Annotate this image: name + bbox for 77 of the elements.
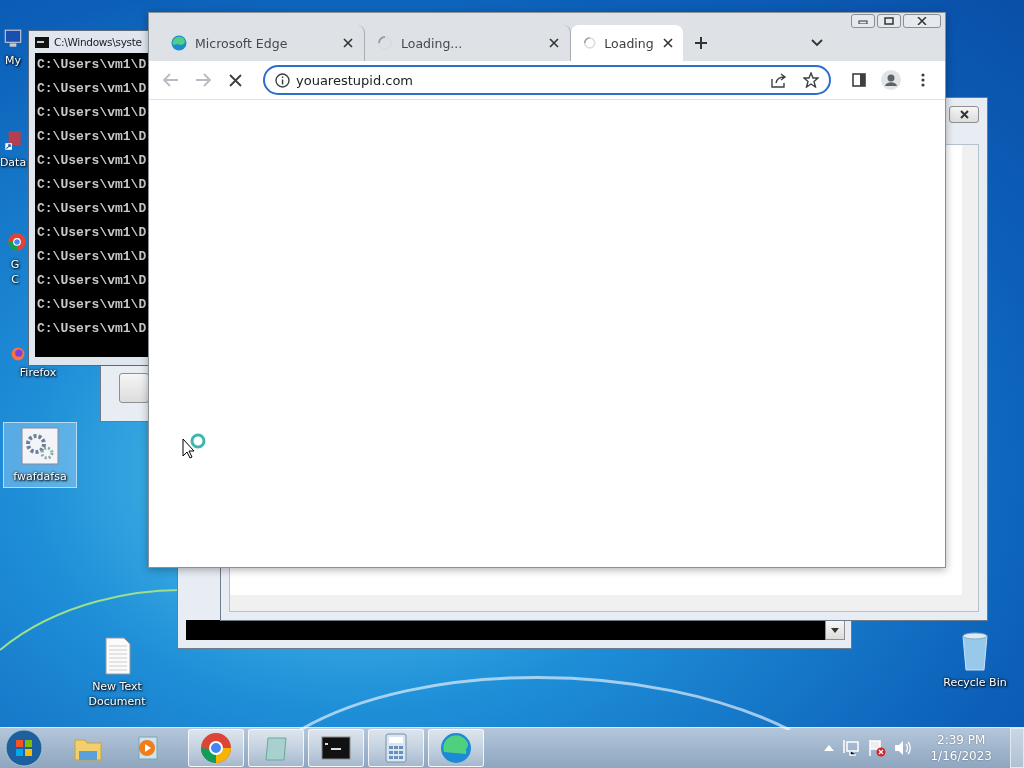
maximize-button[interactable]	[877, 14, 901, 28]
profile-button[interactable]	[879, 68, 903, 92]
loading-spinner-icon	[583, 35, 597, 51]
calculator-icon	[384, 733, 408, 763]
console-line: C:\Users\vm1\D	[37, 320, 148, 337]
console-line: C:\Users\vm1\D	[37, 104, 148, 121]
shortcut-icon	[2, 130, 24, 152]
icon-label: fwafdafsa	[13, 469, 67, 484]
minimize-icon	[858, 18, 868, 24]
address-text: youarestupid.com	[296, 72, 415, 88]
share-icon	[771, 72, 787, 88]
command-prompt-icon	[321, 736, 351, 760]
busy-cursor-icon	[182, 433, 208, 459]
desktop-icon-tile[interactable]: New Text Document	[80, 632, 154, 713]
start-button-icon	[4, 728, 44, 768]
icon-label: Document	[88, 694, 146, 709]
close-button[interactable]	[903, 14, 941, 28]
close-icon	[343, 38, 353, 48]
taskbar-button[interactable]	[308, 729, 364, 767]
chevron-down-icon	[811, 39, 823, 47]
icon-label: Data	[0, 155, 27, 170]
console-line: C:\Users\vm1\D	[37, 152, 148, 169]
icon-label: Firefox	[19, 365, 57, 380]
caret-icon	[831, 627, 839, 633]
close-icon	[228, 73, 242, 87]
address-bar[interactable]: youarestupid.com	[263, 65, 831, 95]
edge-icon	[440, 732, 472, 764]
gears-icon	[20, 426, 60, 466]
person-icon	[881, 70, 901, 90]
more-vertical-icon	[921, 73, 925, 87]
flag-error-icon	[868, 739, 887, 757]
computer-icon	[2, 28, 24, 50]
media-player-icon	[135, 734, 161, 762]
desktop-icon-tile[interactable]: Recycle Bin	[938, 628, 1012, 694]
star-icon	[803, 72, 819, 88]
close-icon	[917, 17, 927, 25]
close-icon	[959, 110, 969, 119]
window-title: C:\Windows\syste	[54, 36, 142, 48]
command-prompt-icon	[35, 36, 49, 48]
dialog-button[interactable]	[119, 373, 149, 403]
volume-icon	[894, 740, 913, 756]
clock-date: 1/16/2023	[930, 748, 992, 764]
console-line: C:\Users\vm1\D	[37, 200, 148, 217]
console-line: C:\Users\vm1\D	[37, 56, 148, 73]
notepad-icon	[262, 734, 290, 762]
dropdown-arrow-button[interactable]	[825, 620, 845, 640]
sidebar-icon	[852, 73, 866, 87]
caret-up-icon	[824, 745, 835, 751]
console-line: C:\Users\vm1\D	[37, 296, 148, 313]
close-icon	[549, 38, 559, 48]
network-icon	[842, 739, 861, 757]
icon-label: C	[11, 272, 19, 287]
icon-label: New Text	[92, 679, 142, 694]
close-icon	[663, 38, 674, 48]
arrow-left-icon	[163, 73, 179, 87]
console-line: C:\Users\vm1\D	[37, 176, 148, 193]
plus-icon	[694, 36, 708, 50]
console-line: C:\Users\vm1\D	[37, 248, 148, 265]
edge-icon	[171, 35, 187, 51]
console-line: C:\Users\vm1\D	[37, 80, 148, 97]
icon-label: Recycle Bin	[943, 675, 1007, 690]
clock-time: 2:39 PM	[937, 732, 986, 748]
firefox-icon	[10, 346, 26, 362]
console-line: C:\Users\vm1\D	[37, 272, 148, 289]
minimize-button[interactable]	[851, 14, 875, 28]
browser-tab[interactable]: Loading	[571, 25, 683, 61]
loading-spinner-icon	[377, 35, 393, 51]
info-icon	[275, 72, 290, 88]
chrome-icon	[6, 232, 28, 254]
icon-label: G	[10, 257, 20, 272]
console-line: C:\Users\vm1\D	[37, 224, 148, 241]
close-button[interactable]	[949, 106, 979, 123]
chrome-icon	[200, 732, 232, 764]
console-line: C:\Users\vm1\D	[37, 128, 148, 145]
icon-label: My	[5, 53, 21, 68]
arrow-right-icon	[195, 73, 211, 87]
restore-icon	[884, 17, 894, 25]
